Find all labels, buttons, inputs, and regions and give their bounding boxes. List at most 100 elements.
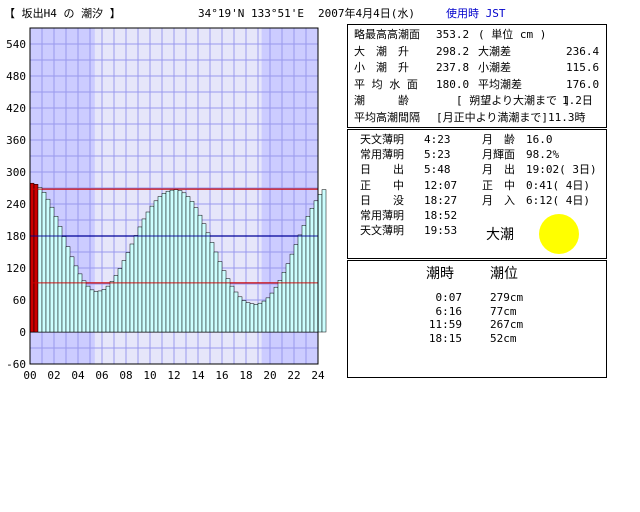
info-cell: ( 単位 cm ) (478, 28, 547, 41)
astro-value: 0:41( 4日) (526, 178, 590, 192)
tide-bar (169, 189, 175, 333)
astro-value: 5:48 (424, 163, 451, 177)
tide-bar (241, 300, 247, 333)
tide-bar (189, 201, 195, 333)
astro-label: 月 出 (482, 163, 515, 177)
tide-type-label: 大潮 (486, 227, 514, 243)
info-cell: 236.4 (566, 44, 600, 58)
tide-bar (113, 275, 119, 333)
astro-label: 月 齢 (482, 133, 515, 146)
x-tick-label: 10 (143, 369, 156, 382)
tide-bar (289, 253, 295, 333)
x-tick-label: 22 (287, 369, 300, 382)
astro-value: 19:02( 3日) (526, 163, 597, 177)
tide-bar (277, 280, 283, 333)
tide-bar (161, 193, 167, 333)
tide-bar (121, 260, 127, 333)
info-cell: 潮 齢 (354, 94, 409, 107)
astro-label: 月輝面 (482, 148, 515, 162)
astro-label: 常用薄明 (360, 148, 404, 162)
x-tick-label: 14 (191, 369, 205, 382)
info-panel: 略最高高潮面 353.2 ( 単位 cm ) 大 潮 升 298.2 大潮差 236.4 小 … (347, 24, 607, 128)
tide-bar (217, 261, 223, 333)
y-tick-label: 0 (19, 326, 26, 339)
tide-bar (41, 192, 47, 333)
tide-bar (301, 225, 307, 333)
tide-bar (281, 272, 287, 333)
tide-bar (229, 285, 235, 333)
tide-bar (85, 285, 91, 333)
astro-label: 天文薄明 (360, 224, 404, 238)
astro-label: 常用薄明 (360, 209, 404, 222)
y-tick-label: 240 (6, 198, 26, 211)
info-cell: 略最高高潮面 (354, 28, 420, 41)
tide-bar (97, 290, 103, 333)
info-cell: 平均高潮間隔 (354, 110, 420, 124)
tide-bar (265, 297, 271, 333)
x-tick-label: 02 (47, 369, 60, 382)
x-tick-label: 00 (23, 369, 36, 382)
tide-event-level: 52cm (490, 331, 517, 345)
y-tick-label: 420 (6, 102, 26, 115)
header-coords: 34°19'N 133°51'E (198, 7, 304, 20)
tide-bar (57, 226, 63, 333)
tide-bar (193, 207, 199, 333)
tide-bar (253, 304, 259, 333)
info-cell: 平 均 水 面 (354, 77, 418, 91)
info-cell: [月正中より満潮まで] (436, 110, 549, 124)
y-tick-label: 180 (6, 230, 26, 243)
info-cell: 11.3時 (548, 110, 586, 124)
tide-bar (321, 189, 327, 333)
info-cell: 353.2 (436, 28, 470, 41)
tide-bar (149, 205, 155, 333)
tide-bar (225, 278, 231, 333)
info-cell: 大潮差 (478, 44, 511, 58)
tide-bar (157, 196, 163, 333)
tide-bar (201, 223, 207, 333)
x-tick-label: 20 (263, 369, 276, 382)
y-tick-label: 540 (6, 38, 26, 51)
tide-bar (213, 251, 219, 333)
tide-bar (177, 190, 183, 333)
tide-bar (273, 286, 279, 333)
astro-value: 98.2% (526, 148, 560, 162)
astro-value: 16.0 (526, 133, 553, 146)
tide-event-time: 18:15 (428, 331, 462, 345)
y-tick-label: 120 (6, 262, 26, 275)
tide-bar (261, 300, 267, 333)
tide-bar (133, 235, 139, 333)
tide-bar (313, 200, 319, 333)
tide-bar (257, 302, 263, 333)
tide-bar (45, 198, 51, 333)
tide-chart: -6006012018024030036042048054000 02 04 06 08… (6, 27, 327, 382)
header-location: 【 坂出H4 の 潮汐 】 (4, 7, 121, 20)
tide-bar (73, 265, 79, 333)
tide-events-panel: 潮時 潮位 0:07 279cm 6:16 77cm 11:59 267cm 18:15 52… (347, 260, 607, 378)
tide-bar (165, 190, 171, 333)
tide-bar (285, 263, 291, 333)
tide-event-level: 267cm (490, 318, 524, 331)
tide-bar (181, 192, 187, 333)
astro-value: 12:07 (424, 178, 458, 192)
tide-bar (89, 289, 95, 333)
tide-event-level: 77cm (490, 304, 517, 318)
tide-bar (185, 196, 191, 333)
tide-bar (105, 285, 111, 333)
info-cell: 298.2 (436, 44, 470, 58)
y-tick-label: 300 (6, 166, 26, 179)
current-tide-bar (29, 182, 35, 333)
tide-bar (137, 226, 143, 333)
tide-bar (269, 292, 275, 333)
astro-label: 正 中 (482, 178, 515, 192)
astro-value: 5:23 (424, 148, 451, 162)
tide-event-time: 11:59 (428, 318, 462, 331)
astro-label: 日 出 (360, 163, 404, 177)
y-tick-label: 360 (6, 134, 26, 147)
tide-bar (297, 234, 303, 333)
moon-icon (539, 214, 579, 254)
tide-bar (117, 268, 123, 333)
tide-bar (153, 200, 159, 333)
y-tick-label: 60 (13, 294, 26, 307)
tide-bar (309, 208, 315, 333)
current-tide-bar (33, 184, 39, 333)
